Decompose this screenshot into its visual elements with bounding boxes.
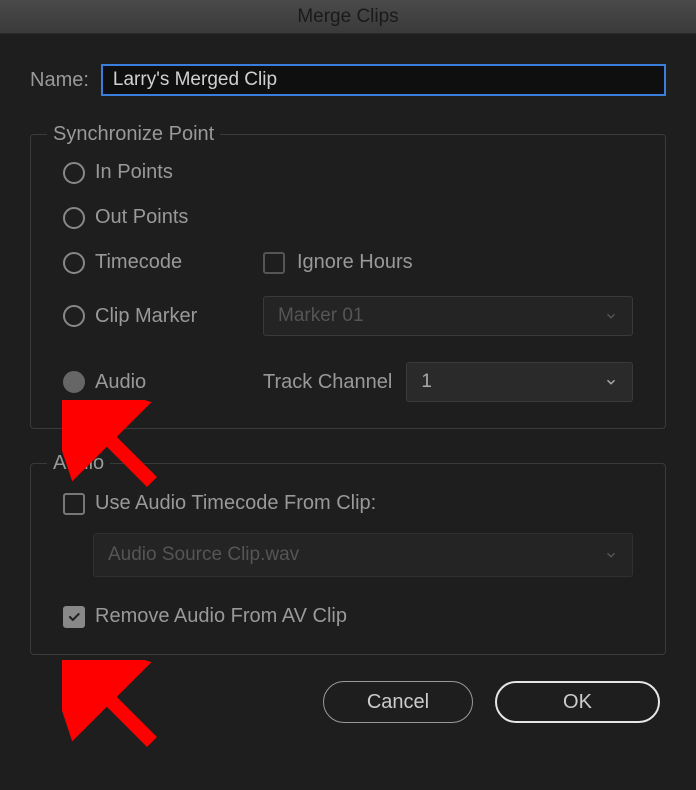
checkbox-label: Ignore Hours xyxy=(297,251,413,274)
cancel-button[interactable]: Cancel xyxy=(323,681,473,723)
dialog-titlebar: Merge Clips xyxy=(0,0,696,34)
radio-in-points[interactable]: In Points xyxy=(63,161,633,184)
track-channel-select[interactable]: 1 xyxy=(406,362,633,402)
radio-label: Clip Marker xyxy=(95,305,197,328)
chevron-down-icon xyxy=(604,309,618,323)
ignore-hours-checkbox[interactable]: Ignore Hours xyxy=(263,251,413,274)
track-channel-label: Track Channel xyxy=(263,371,392,394)
select-value: 1 xyxy=(421,371,432,393)
checkbox-icon xyxy=(63,493,85,515)
checkbox-icon xyxy=(63,606,85,628)
audio-source-select[interactable]: Audio Source Clip.wav xyxy=(93,533,633,577)
checkbox-label: Use Audio Timecode From Clip: xyxy=(95,492,376,515)
chevron-down-icon xyxy=(604,375,618,389)
radio-clip-marker[interactable]: Clip Marker xyxy=(63,305,263,328)
check-icon xyxy=(67,610,81,624)
audio-legend: Audio xyxy=(47,452,110,475)
remove-audio-checkbox[interactable]: Remove Audio From AV Clip xyxy=(63,605,633,628)
radio-icon xyxy=(63,162,85,184)
radio-icon xyxy=(63,207,85,229)
audio-group: Audio Use Audio Timecode From Clip: Audi… xyxy=(30,463,666,655)
synchronize-point-legend: Synchronize Point xyxy=(47,123,220,146)
select-value: Audio Source Clip.wav xyxy=(108,544,299,566)
dialog-title: Merge Clips xyxy=(297,6,398,28)
radio-label: In Points xyxy=(95,161,173,184)
chevron-down-icon xyxy=(604,548,618,562)
radio-icon xyxy=(63,252,85,274)
radio-audio[interactable]: Audio xyxy=(63,371,263,394)
use-audio-timecode-checkbox[interactable]: Use Audio Timecode From Clip: xyxy=(63,492,633,515)
marker-select[interactable]: Marker 01 xyxy=(263,296,633,336)
ok-button[interactable]: OK xyxy=(495,681,660,723)
synchronize-point-group: Synchronize Point In Points Out Points T… xyxy=(30,134,666,429)
checkbox-icon xyxy=(263,252,285,274)
radio-out-points[interactable]: Out Points xyxy=(63,206,633,229)
radio-label: Audio xyxy=(95,371,146,394)
select-value: Marker 01 xyxy=(278,305,364,327)
radio-icon xyxy=(63,371,85,393)
name-input[interactable] xyxy=(101,64,666,96)
radio-label: Out Points xyxy=(95,206,188,229)
name-label: Name: xyxy=(30,69,89,92)
radio-label: Timecode xyxy=(95,251,182,274)
radio-timecode[interactable]: Timecode xyxy=(63,251,263,274)
checkbox-label: Remove Audio From AV Clip xyxy=(95,605,347,628)
radio-icon xyxy=(63,305,85,327)
